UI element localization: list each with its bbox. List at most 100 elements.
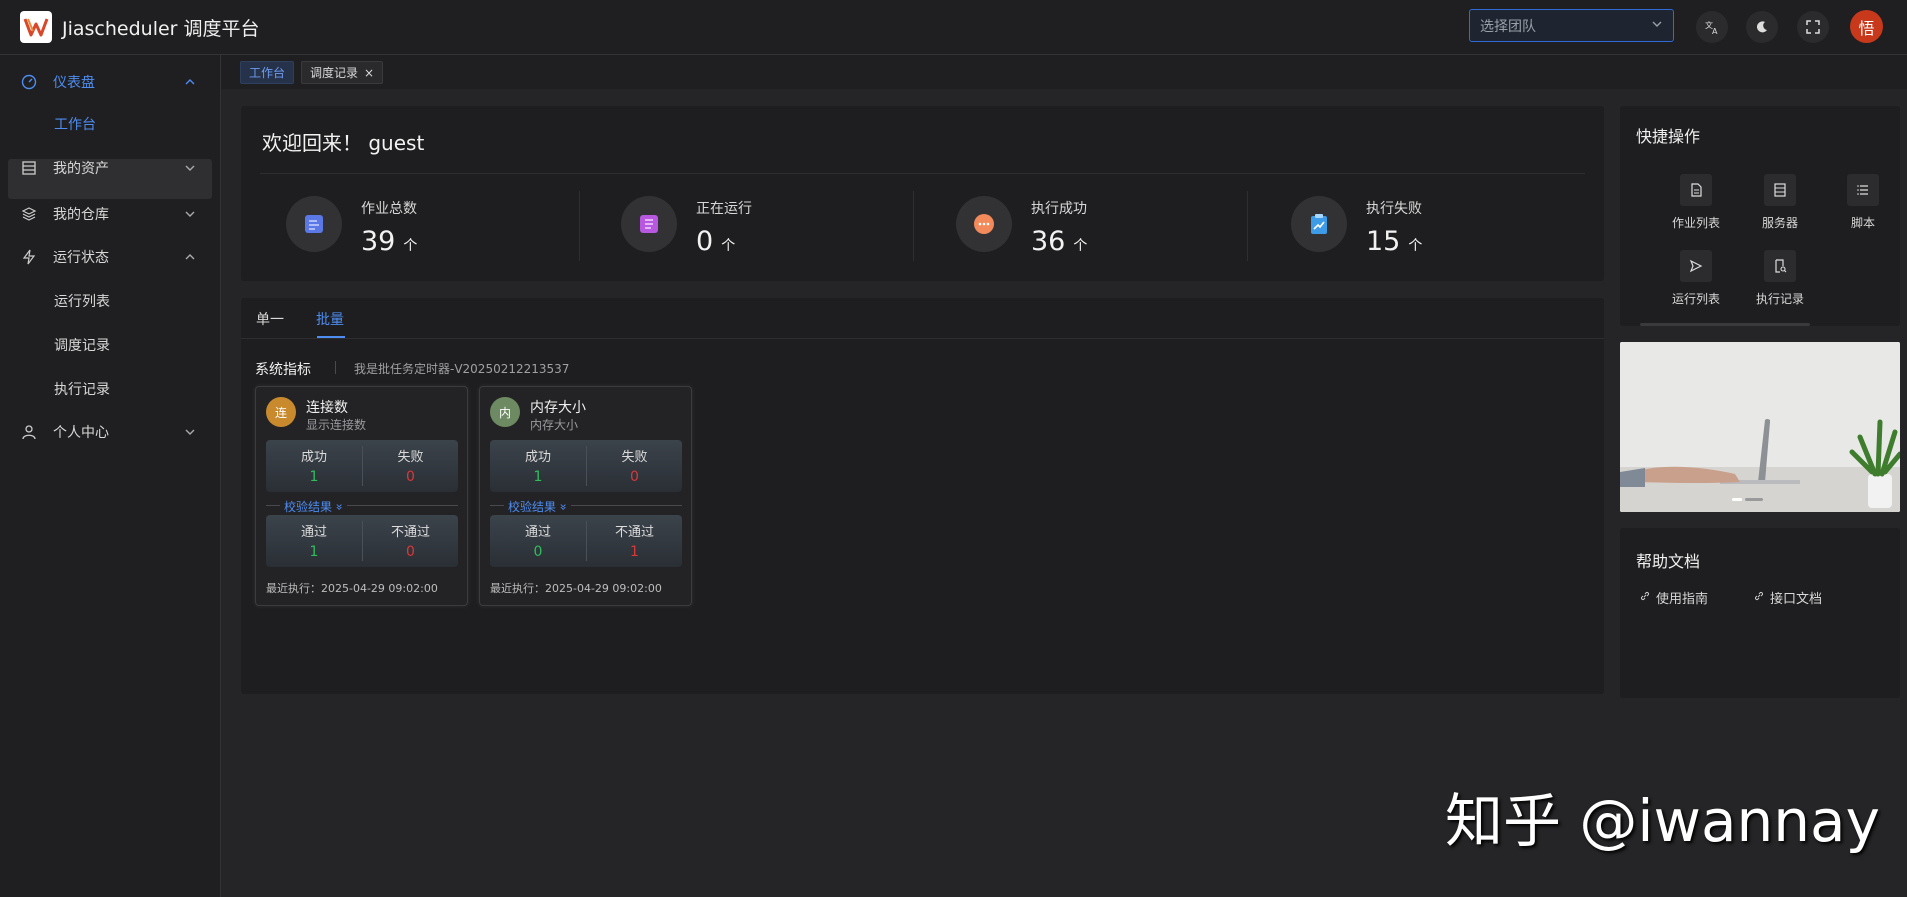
metric-subtitle: 显示连接数: [306, 418, 367, 432]
chat-icon: [956, 196, 1012, 252]
metric-subtitle: 内存大小: [530, 418, 579, 432]
divider: [913, 191, 914, 261]
stat-label: 执行失败: [1366, 201, 1422, 217]
help-title: 帮助文档: [1636, 552, 1701, 571]
stat-value: 39 个: [361, 226, 418, 257]
metric-avatar: 连: [266, 397, 296, 427]
server-icon: [20, 159, 38, 177]
menu-schedule-records[interactable]: 调度记录: [0, 325, 221, 365]
menu-schedule-records-label: 调度记录: [54, 338, 110, 354]
verify-label: 校验结果 »: [280, 498, 348, 515]
page-tabs-bar: 工作台 调度记录 ×: [221, 55, 1907, 89]
help-link-label: 使用指南: [1656, 592, 1709, 607]
chevron-down-icon: [184, 207, 198, 221]
fail-col: 失败 0: [362, 446, 458, 486]
help-link-guide[interactable]: 使用指南: [1640, 588, 1708, 607]
chevron-up-icon: [184, 250, 198, 264]
stat-label: 正在运行: [696, 201, 752, 217]
help-link-api[interactable]: 接口文档: [1754, 588, 1822, 607]
layers-icon: [20, 205, 38, 223]
page-tab-label: 调度记录: [310, 66, 359, 80]
app-logo: [20, 11, 52, 43]
stat-failed: 执行失败 15 个: [1291, 186, 1591, 266]
menu-exec-records-label: 执行记录: [54, 382, 110, 398]
page-tab-workbench[interactable]: 工作台: [240, 61, 295, 84]
menu-run-list-label: 运行列表: [54, 294, 110, 310]
sidebar: 仪表盘 工作台 我的资产 我的仓库 运行状态 运行列表 调度记录 执行记录 个人…: [0, 55, 221, 897]
metric-card-connections[interactable]: 连 连接数 显示连接数 成功 1 失败 0 校验结果 » 通过 1 不通过 0: [255, 386, 468, 606]
tab-single[interactable]: 单一: [256, 309, 284, 329]
stat-success: 执行成功 36 个: [956, 186, 1256, 266]
welcome-greeting: 欢迎回来！ guest: [262, 131, 425, 155]
quick-run-list[interactable]: 运行列表: [1661, 250, 1731, 310]
last-run-time: 最近执行：2025-04-29 09:02:00: [266, 582, 438, 595]
help-docs-card: 帮助文档 使用指南 接口文档: [1620, 528, 1900, 698]
stat-value: 15 个: [1366, 226, 1423, 257]
pass-col: 通过 0: [524, 525, 551, 560]
app-title: Jiascheduler 调度平台: [62, 17, 260, 40]
metrics-panel: 单一 批量 系统指标 我是批任务定时器-V20250212213537 连 连接…: [241, 298, 1604, 694]
success-col: 成功 1: [300, 450, 327, 485]
verify-divider[interactable]: 校验结果 »: [266, 498, 458, 515]
team-select-placeholder: 选择团队: [1480, 18, 1536, 35]
quick-label: 执行记录: [1755, 292, 1804, 306]
quick-job-list[interactable]: 作业列表: [1661, 174, 1731, 234]
metric-avatar: 内: [490, 397, 520, 427]
pass-col: 通过 1: [300, 525, 327, 560]
double-chevron-down-icon: »: [332, 503, 347, 511]
nopass-col: 不通过 1: [586, 521, 682, 561]
file-search-icon: [1764, 250, 1796, 282]
menu-repo-label: 我的仓库: [53, 207, 109, 223]
chevron-down-icon: [184, 425, 198, 439]
user-avatar[interactable]: 悟: [1850, 10, 1883, 43]
fail-col: 失败 0: [586, 446, 682, 486]
stat-label: 执行成功: [1031, 201, 1087, 217]
team-select[interactable]: 选择团队: [1469, 9, 1674, 42]
menu-dashboard[interactable]: 仪表盘: [0, 62, 221, 102]
menu-repo[interactable]: 我的仓库: [0, 194, 221, 234]
divider: [1247, 191, 1248, 261]
menu-assets[interactable]: 我的资产: [0, 148, 221, 188]
document-icon: [286, 196, 342, 252]
watermark: 知乎 @iwannay: [1445, 787, 1880, 855]
section-title: 系统指标: [255, 362, 311, 378]
page-tab-schedule-records[interactable]: 调度记录 ×: [301, 61, 384, 84]
fullscreen-icon[interactable]: [1797, 11, 1829, 43]
quick-servers[interactable]: 服务器: [1745, 174, 1815, 234]
clipboard-chart-icon: [1291, 196, 1347, 252]
metric-name: 连接数: [306, 400, 348, 416]
list-icon: [1847, 174, 1879, 206]
chevron-up-icon: [184, 75, 198, 89]
menu-personal-label: 个人中心: [53, 425, 109, 441]
menu-exec-records[interactable]: 执行记录: [0, 369, 221, 409]
moon-icon[interactable]: [1746, 11, 1778, 43]
quick-label: 服务器: [1761, 216, 1798, 230]
menu-run-status[interactable]: 运行状态: [0, 237, 221, 277]
stat-value: 0个: [696, 226, 736, 257]
quick-label: 脚本: [1850, 216, 1875, 230]
quick-exec-records[interactable]: 执行记录: [1745, 250, 1815, 310]
quick-scripts[interactable]: 脚本: [1828, 174, 1898, 234]
tab-batch[interactable]: 批量: [316, 309, 344, 329]
metric-card-memory[interactable]: 内 内存大小 内存大小 成功 1 失败 0 校验结果 » 通过 0 不通过 1: [479, 386, 692, 606]
lightning-icon: [20, 248, 38, 266]
divider: [579, 191, 580, 261]
menu-run-list[interactable]: 运行列表: [0, 281, 221, 321]
verify-divider[interactable]: 校验结果 »: [490, 498, 682, 515]
send-icon: [1680, 250, 1712, 282]
welcome-card: 欢迎回来！ guest 作业总数 39 个 正在运行 0个 执行成功 36 个 执行…: [241, 106, 1604, 281]
double-chevron-down-icon: »: [556, 503, 571, 511]
dashboard-icon: [20, 73, 38, 91]
scrollbar[interactable]: [1640, 323, 1810, 326]
carousel-image: [1620, 342, 1900, 512]
verify-result-box: 通过 0 不通过 1: [490, 515, 682, 567]
menu-personal[interactable]: 个人中心: [0, 412, 221, 452]
file-icon: [1680, 174, 1712, 206]
verify-label: 校验结果 »: [504, 498, 572, 515]
divider: [260, 173, 1585, 174]
close-icon[interactable]: ×: [364, 66, 374, 80]
translate-icon[interactable]: 文A: [1696, 11, 1728, 43]
menu-workbench[interactable]: 工作台: [0, 104, 221, 144]
stat-label: 作业总数: [361, 201, 417, 217]
success-col: 成功 1: [524, 450, 551, 485]
